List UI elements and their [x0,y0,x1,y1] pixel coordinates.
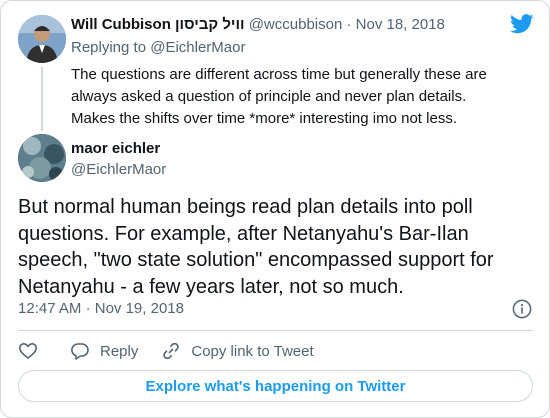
heart-icon [19,343,37,359]
twitter-bird-icon[interactable] [510,14,534,34]
copy-link-label: Copy link to Tweet [191,342,314,360]
parent-tweet-text: The questions are different across time … [71,66,487,127]
parent-tweet-header: Will Cubbison וויל קביסון @wccubbison · … [71,16,445,33]
tweet-timestamp[interactable]: 12:47 AM · Nov 19, 2018 [18,300,184,317]
embedded-tweet-card: Will Cubbison וויל קביסון @wccubbison · … [0,0,550,418]
explore-twitter-button[interactable]: Explore what's happening on Twitter [18,370,533,402]
reply-bubble-icon [71,343,89,360]
thread-connector-line [41,67,43,131]
replying-prefix: Replying to [71,39,147,56]
copy-link-button[interactable]: Copy link to Tweet [161,341,314,361]
tweet-time[interactable]: 12:47 AM [18,300,81,317]
reply-label: Reply [100,342,139,360]
like-button[interactable] [18,341,38,361]
replying-to-line: Replying to @EichlerMaor [71,39,245,56]
author-handle[interactable]: @wccubbison [249,16,343,33]
divider [18,330,533,331]
separator-dot: · [85,300,91,317]
tweet-date[interactable]: Nov 18, 2018 [356,16,445,33]
separator-dot: · [346,16,352,33]
tweet-text: But normal human beings read plan detail… [18,196,494,298]
author-name[interactable]: Will Cubbison וויל קביסון [71,16,245,33]
tweet-date[interactable]: Nov 19, 2018 [95,300,184,317]
reply-button[interactable]: Reply [70,341,138,361]
info-icon[interactable] [512,299,532,319]
tweet-actions: Reply Copy link to Tweet [18,338,314,364]
author-handle[interactable]: @EichlerMaor [71,161,166,178]
reply-mention-link[interactable]: @EichlerMaor [150,39,245,56]
avatar[interactable] [18,134,66,182]
avatar[interactable] [18,15,66,63]
author-name[interactable]: maor eichler [71,140,160,157]
link-icon [163,342,180,360]
explore-label: Explore what's happening on Twitter [145,377,406,395]
